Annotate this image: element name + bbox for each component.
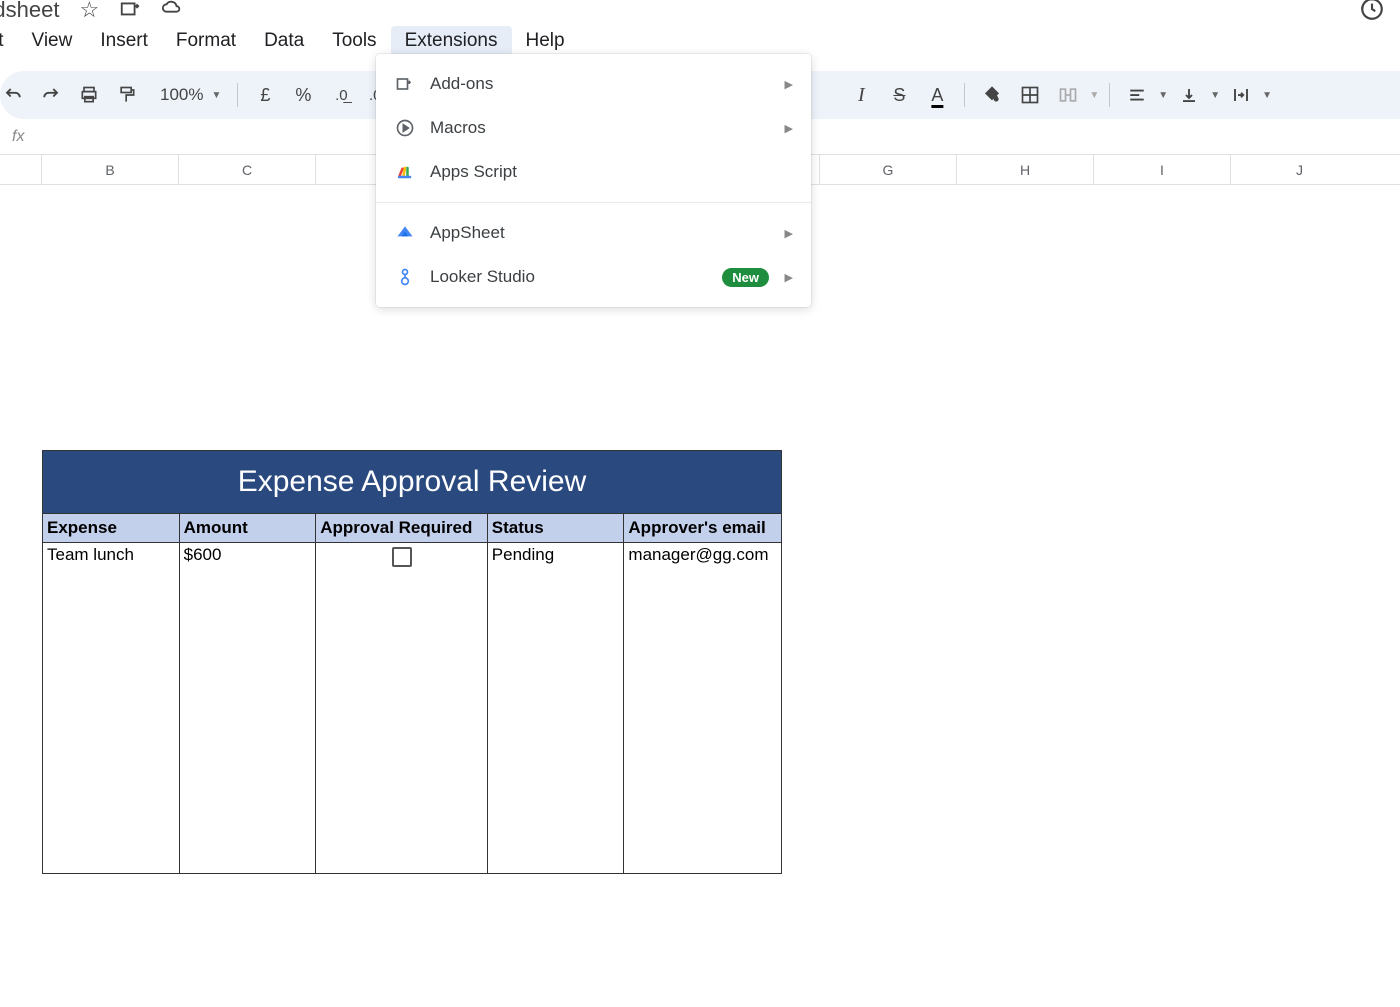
- document-title[interactable]: d spreadsheet: [0, 0, 59, 23]
- text-color-button[interactable]: A: [920, 78, 954, 112]
- chevron-right-icon: ▶: [785, 78, 793, 91]
- looker-studio-menuitem[interactable]: Looker Studio New ▶: [376, 255, 811, 299]
- col-expense[interactable]: Expense: [43, 514, 180, 543]
- apps-script-menuitem[interactable]: Apps Script: [376, 150, 811, 194]
- expense-table: Expense Approval Review Expense Amount A…: [42, 450, 782, 874]
- cell-approver[interactable]: manager@gg.com: [624, 543, 781, 873]
- italic-button[interactable]: I: [844, 78, 878, 112]
- macros-label: Macros: [430, 118, 486, 138]
- column-header-h[interactable]: H: [957, 155, 1094, 184]
- table-title: Expense Approval Review: [43, 451, 781, 514]
- col-status[interactable]: Status: [488, 514, 625, 543]
- col-approver[interactable]: Approver's email: [624, 514, 781, 543]
- menu-help[interactable]: Help: [512, 26, 579, 56]
- chevron-right-icon: ▶: [785, 122, 793, 135]
- appsheet-menuitem[interactable]: AppSheet ▶: [376, 211, 811, 255]
- cell-amount[interactable]: $600: [180, 543, 317, 873]
- column-header-b[interactable]: B: [42, 155, 179, 184]
- looker-icon: [394, 266, 416, 288]
- cell-expense[interactable]: Team lunch: [43, 543, 180, 873]
- percent-button[interactable]: %: [286, 78, 320, 112]
- menu-extensions[interactable]: Extensions: [391, 26, 512, 56]
- fx-icon: fx: [12, 128, 24, 146]
- column-header-g[interactable]: G: [820, 155, 957, 184]
- addons-label: Add-ons: [430, 74, 493, 94]
- appsheet-label: AppSheet: [430, 223, 505, 243]
- menu-tools[interactable]: Tools: [318, 26, 390, 56]
- table-header-row: Expense Amount Approval Required Status …: [43, 514, 781, 543]
- history-icon[interactable]: [1359, 0, 1385, 22]
- currency-button[interactable]: £: [248, 78, 282, 112]
- menu-view[interactable]: View: [18, 26, 87, 56]
- macros-menuitem[interactable]: Macros ▶: [376, 106, 811, 150]
- addons-menuitem[interactable]: Add-ons ▶: [376, 62, 811, 106]
- undo-button[interactable]: [0, 78, 30, 112]
- column-header-j[interactable]: J: [1231, 155, 1368, 184]
- decrease-decimal-button[interactable]: .0̲: [324, 78, 358, 112]
- move-icon[interactable]: [119, 0, 141, 23]
- column-header-i[interactable]: I: [1094, 155, 1231, 184]
- redo-button[interactable]: [34, 78, 68, 112]
- apps-script-label: Apps Script: [430, 162, 517, 182]
- macros-icon: [394, 117, 416, 139]
- new-badge: New: [722, 268, 769, 287]
- col-approval[interactable]: Approval Required: [316, 514, 488, 543]
- borders-button[interactable]: [1013, 78, 1047, 112]
- menu-insert[interactable]: Insert: [86, 26, 162, 56]
- cloud-icon[interactable]: [161, 0, 183, 23]
- menu-divider: [376, 202, 811, 203]
- star-icon[interactable]: ☆: [79, 0, 99, 23]
- paint-format-button[interactable]: [110, 78, 144, 112]
- cell-status[interactable]: Pending: [488, 543, 625, 873]
- appsheet-icon: [394, 222, 416, 244]
- addons-icon: [394, 73, 416, 95]
- cell-approval[interactable]: [316, 543, 488, 873]
- zoom-select[interactable]: 100% ▼: [148, 85, 227, 105]
- fill-color-button[interactable]: [975, 78, 1009, 112]
- table-row: Team lunch $600 Pending manager@gg.com: [43, 543, 781, 873]
- strikethrough-button[interactable]: S: [882, 78, 916, 112]
- chevron-right-icon: ▶: [785, 271, 793, 284]
- print-button[interactable]: [72, 78, 106, 112]
- menu-data[interactable]: Data: [250, 26, 318, 56]
- col-amount[interactable]: Amount: [180, 514, 317, 543]
- text-wrap-button[interactable]: [1224, 78, 1258, 112]
- vertical-align-button[interactable]: [1172, 78, 1206, 112]
- checkbox-icon[interactable]: [392, 547, 412, 567]
- column-header-c[interactable]: C: [179, 155, 316, 184]
- chevron-right-icon: ▶: [785, 227, 793, 240]
- merge-button[interactable]: [1051, 78, 1085, 112]
- select-all-corner[interactable]: [0, 155, 42, 184]
- extensions-dropdown: Add-ons ▶ Macros ▶ Apps Script AppSheet …: [376, 54, 811, 307]
- looker-label: Looker Studio: [430, 267, 535, 287]
- horizontal-align-button[interactable]: [1120, 78, 1154, 112]
- menu-format[interactable]: Format: [162, 26, 250, 56]
- apps-script-icon: [394, 161, 416, 183]
- menu-edit[interactable]: it: [0, 26, 18, 56]
